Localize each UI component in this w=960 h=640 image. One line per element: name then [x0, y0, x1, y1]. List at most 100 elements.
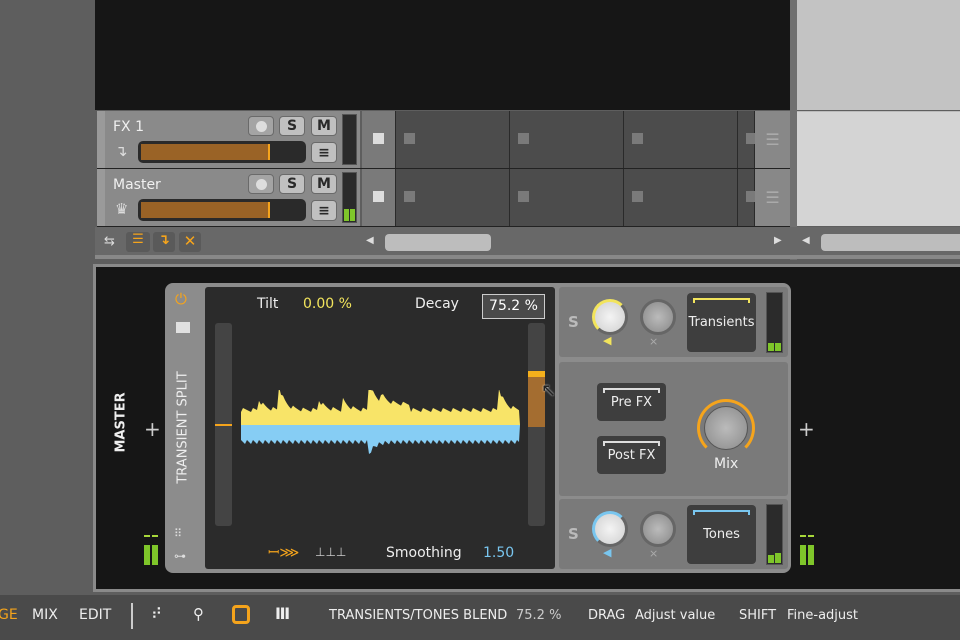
pre-fx-button[interactable]: Pre FX — [597, 383, 666, 421]
horizontal-scrollbar[interactable] — [385, 234, 491, 251]
tilt-value[interactable]: 0.00 % — [303, 296, 352, 312]
speaker-icon[interactable]: ◀ — [603, 546, 611, 559]
mix-knob[interactable] — [697, 399, 755, 457]
clip-slot[interactable] — [510, 111, 624, 168]
track-name: FX 1 — [113, 119, 145, 135]
mix-label: Mix — [714, 456, 739, 472]
mute-button[interactable]: M — [311, 116, 337, 136]
transients-label: Transients — [688, 315, 755, 330]
track-label: MASTER — [113, 392, 129, 453]
scene-launch-button[interactable]: ☰ — [755, 169, 790, 226]
preset-folder-icon[interactable] — [176, 322, 190, 333]
power-icon[interactable]: ⏻ — [175, 290, 187, 308]
transients-level-knob[interactable] — [592, 299, 628, 335]
mode-edit[interactable]: EDIT — [79, 607, 111, 623]
clip-slot[interactable] — [396, 169, 510, 226]
hint-text: Fine-adjust — [787, 608, 859, 623]
tones-label: Tones — [703, 527, 740, 542]
clip-slot[interactable] — [624, 169, 738, 226]
track-name: Master — [113, 177, 161, 193]
post-fx-label: Post FX — [607, 447, 656, 463]
tilt-label: Tilt — [257, 296, 279, 312]
divider — [790, 0, 797, 260]
arranger-timeline — [797, 0, 960, 110]
volume-fader[interactable] — [138, 199, 306, 221]
record-arm-button[interactable] — [248, 116, 274, 136]
tones-level-knob[interactable] — [592, 511, 628, 547]
scroll-left-icon[interactable]: ◀ — [366, 235, 374, 246]
track-meter — [144, 535, 158, 565]
layout-icon[interactable]: ☰ — [126, 232, 150, 252]
mute-button[interactable]: M — [311, 174, 337, 194]
solo-button[interactable]: S — [279, 174, 305, 194]
volume-fader[interactable] — [138, 141, 306, 163]
scroll-right-icon[interactable]: ▶ — [774, 235, 782, 246]
return-arrow-icon: ↴ — [115, 142, 128, 160]
key-icon[interactable]: ⊶ — [174, 549, 186, 563]
clip-slot[interactable] — [396, 111, 510, 168]
close-icon[interactable]: ✕ — [179, 232, 201, 252]
tones-meter — [766, 504, 783, 565]
add-device-button[interactable]: + — [144, 417, 161, 441]
clip-slot[interactable] — [738, 111, 757, 168]
clip-launcher-area — [95, 0, 790, 110]
transients-pan-knob[interactable] — [640, 299, 676, 335]
cross-icon[interactable]: ⨯ — [649, 335, 658, 348]
smoothing-label: Smoothing — [386, 545, 462, 561]
arranger-scrollbar[interactable] — [821, 234, 960, 251]
hint-key: SHIFT — [739, 608, 777, 623]
tones-fx-button[interactable]: Tones — [687, 505, 756, 564]
decay-value-tooltip: 75.2 % — [482, 294, 545, 319]
grid-icon[interactable]: ⠞ — [151, 605, 162, 623]
mouse-cursor-icon: ↖ — [541, 380, 557, 401]
return-icon[interactable]: ↴ — [153, 232, 175, 252]
transients-solo[interactable]: S — [568, 313, 579, 331]
transient-waveform — [241, 390, 520, 425]
transient-view-icon[interactable]: ꟷ⋙ — [268, 543, 299, 562]
grid-icon[interactable]: ⠿ — [174, 527, 182, 540]
link-icon[interactable]: ⚲ — [193, 605, 204, 623]
track-meter — [342, 114, 357, 165]
spectrum-view-icon[interactable]: ⊥⊥⊥ — [315, 545, 346, 559]
tone-waveform — [241, 425, 520, 454]
cross-icon[interactable]: ⨯ — [649, 547, 658, 560]
hint-text: Adjust value — [635, 608, 716, 623]
pre-fx-label: Pre FX — [610, 394, 653, 410]
stop-clip-cell[interactable] — [362, 169, 396, 226]
decay-label: Decay — [415, 296, 459, 312]
record-arm-button[interactable] — [248, 174, 274, 194]
decay-slider[interactable] — [528, 323, 545, 526]
speaker-icon[interactable]: ◀ — [603, 334, 611, 347]
scroll-left-icon[interactable]: ◀ — [802, 235, 810, 246]
tilt-slider[interactable] — [215, 323, 232, 526]
mode-mix[interactable]: MIX — [32, 607, 58, 623]
tones-solo[interactable]: S — [568, 525, 579, 543]
crown-icon: ♛ — [115, 200, 129, 218]
arranger-lanes — [797, 111, 960, 226]
menu-button[interactable]: ≡ — [311, 200, 337, 221]
post-fx-button[interactable]: Post FX — [597, 436, 666, 474]
clip-slot[interactable] — [510, 169, 624, 226]
swap-icon[interactable]: ⇆ — [104, 234, 115, 249]
smoothing-value[interactable]: 1.50 — [483, 545, 514, 561]
device-view-icon[interactable] — [232, 605, 250, 624]
stop-clip-cell[interactable] — [362, 111, 396, 168]
divider — [131, 603, 133, 629]
output-meter — [800, 535, 814, 565]
clip-slot[interactable] — [738, 169, 757, 226]
device-name: TRANSIENT SPLIT — [175, 371, 191, 484]
waveform — [241, 390, 520, 454]
add-device-button[interactable]: + — [798, 417, 815, 441]
param-label: TRANSIENTS/TONES BLEND — [329, 608, 508, 623]
scene-launch-button[interactable]: ☰ — [755, 111, 790, 168]
transients-fx-button[interactable]: Transients — [687, 293, 756, 352]
solo-button[interactable]: S — [279, 116, 305, 136]
track-meter — [342, 172, 357, 223]
mode-arrange[interactable]: GE — [0, 607, 18, 623]
tones-pan-knob[interactable] — [640, 511, 676, 547]
hint-key: DRAG — [588, 608, 626, 623]
param-value: 75.2 % — [516, 608, 562, 623]
menu-button[interactable]: ≡ — [311, 142, 337, 163]
mixer-view-icon[interactable]: Ⅲ — [275, 604, 290, 623]
clip-slot[interactable] — [624, 111, 738, 168]
